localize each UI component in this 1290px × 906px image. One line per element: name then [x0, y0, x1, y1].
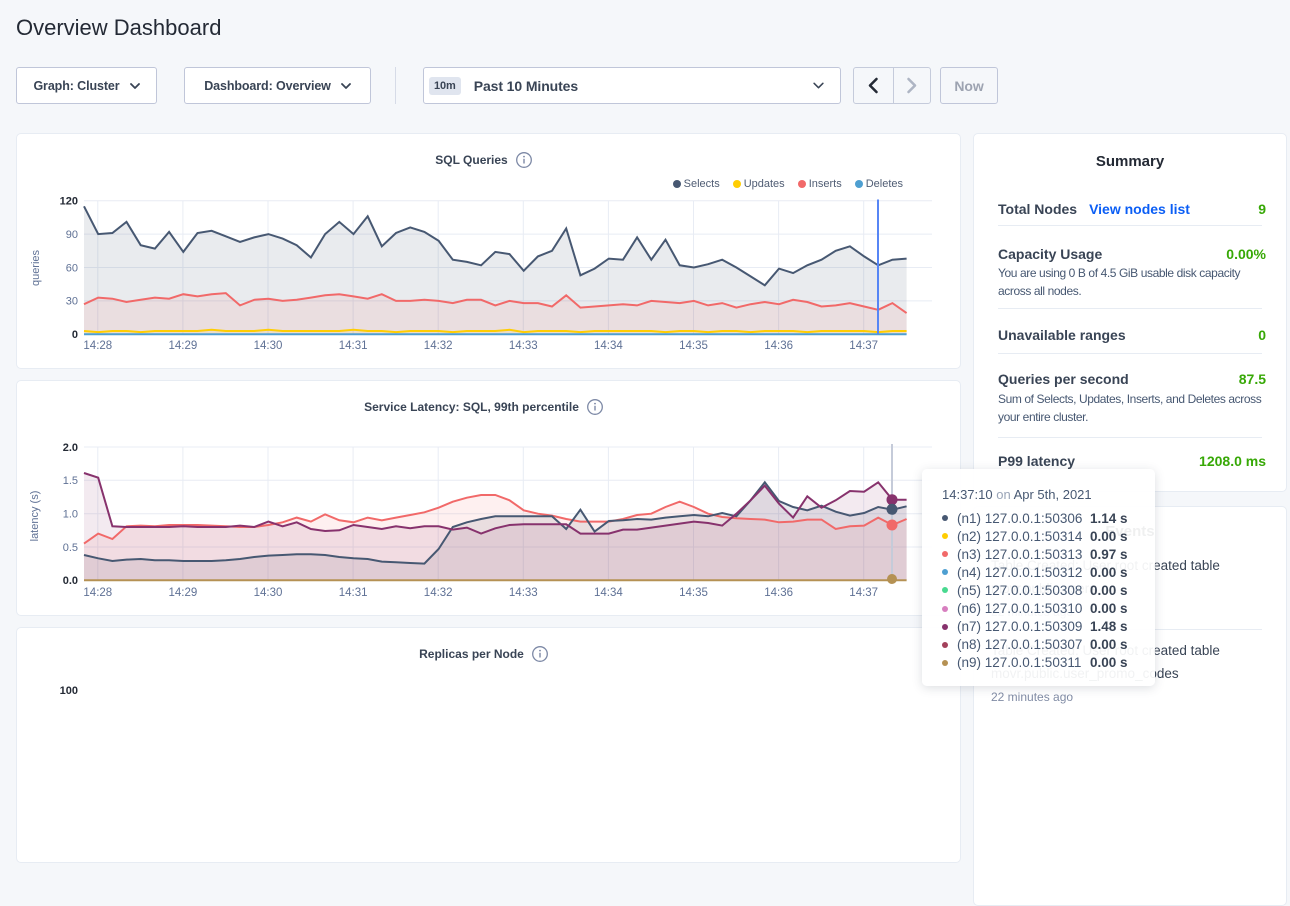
svg-text:1.0: 1.0 [63, 509, 78, 521]
svg-text:14:30: 14:30 [254, 340, 283, 352]
svg-text:90: 90 [66, 229, 78, 241]
svg-text:14:35: 14:35 [679, 340, 708, 352]
svg-text:30: 30 [66, 296, 78, 308]
svg-text:14:33: 14:33 [509, 587, 538, 599]
svg-text:14:29: 14:29 [169, 340, 198, 352]
svg-text:14:28: 14:28 [83, 340, 112, 352]
svg-text:14:29: 14:29 [169, 587, 198, 599]
svg-text:14:36: 14:36 [764, 340, 793, 352]
svg-text:120: 120 [60, 196, 78, 208]
svg-text:14:31: 14:31 [339, 340, 368, 352]
svg-text:1.5: 1.5 [63, 475, 78, 487]
svg-text:14:32: 14:32 [424, 340, 453, 352]
svg-text:14:34: 14:34 [594, 587, 623, 599]
svg-text:14:32: 14:32 [424, 587, 453, 599]
svg-text:14:30: 14:30 [254, 587, 283, 599]
svg-text:0.0: 0.0 [63, 575, 78, 587]
svg-text:60: 60 [66, 262, 78, 274]
svg-text:14:28: 14:28 [83, 587, 112, 599]
svg-text:14:37: 14:37 [849, 587, 878, 599]
svg-text:14:36: 14:36 [764, 587, 793, 599]
svg-text:14:34: 14:34 [594, 340, 623, 352]
svg-text:queries: queries [30, 249, 42, 286]
svg-text:14:35: 14:35 [679, 587, 708, 599]
svg-text:14:31: 14:31 [339, 587, 368, 599]
svg-text:14:37: 14:37 [849, 340, 878, 352]
svg-text:0: 0 [72, 329, 78, 341]
svg-text:0.5: 0.5 [63, 542, 78, 554]
svg-text:14:33: 14:33 [509, 340, 538, 352]
svg-text:latency (s): latency (s) [29, 491, 41, 542]
svg-text:2.0: 2.0 [63, 442, 78, 454]
